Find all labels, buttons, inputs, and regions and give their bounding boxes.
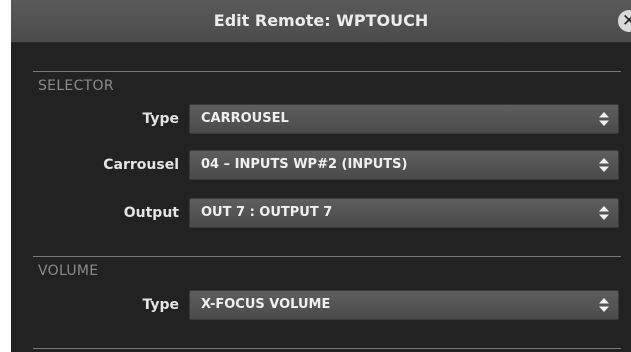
selector-type-select[interactable]: CARROUSEL — [189, 104, 619, 134]
select-arrows-icon — [599, 158, 609, 172]
output-value: OUT 7 : OUTPUT 7 — [201, 205, 333, 220]
selector-type-label: Type — [142, 111, 179, 127]
volume-type-label: Type — [142, 297, 179, 313]
dialog-titlebar: Edit Remote: WPTOUCH ✕ — [11, 0, 631, 43]
section-divider — [33, 71, 621, 72]
select-arrows-icon — [599, 298, 609, 312]
carrousel-value: 04 – INPUTS WP#2 (INPUTS) — [201, 157, 408, 172]
select-arrows-icon — [599, 206, 609, 220]
edit-remote-dialog: Edit Remote: WPTOUCH ✕ SELECTOR Type CAR… — [11, 0, 631, 352]
section-divider — [33, 256, 621, 257]
output-select[interactable]: OUT 7 : OUTPUT 7 — [189, 198, 619, 228]
section-divider — [33, 348, 621, 349]
section-title-volume: VOLUME — [38, 263, 99, 279]
section-title-selector: SELECTOR — [38, 78, 114, 94]
select-arrows-icon — [599, 112, 609, 126]
carrousel-select[interactable]: 04 – INPUTS WP#2 (INPUTS) — [189, 150, 619, 180]
selector-type-value: CARROUSEL — [201, 111, 289, 126]
carrousel-label: Carrousel — [103, 157, 179, 173]
output-label: Output — [123, 205, 179, 221]
volume-type-select[interactable]: X-FOCUS VOLUME — [189, 290, 619, 320]
dialog-title: Edit Remote: WPTOUCH — [213, 11, 429, 30]
volume-type-value: X-FOCUS VOLUME — [201, 297, 331, 312]
